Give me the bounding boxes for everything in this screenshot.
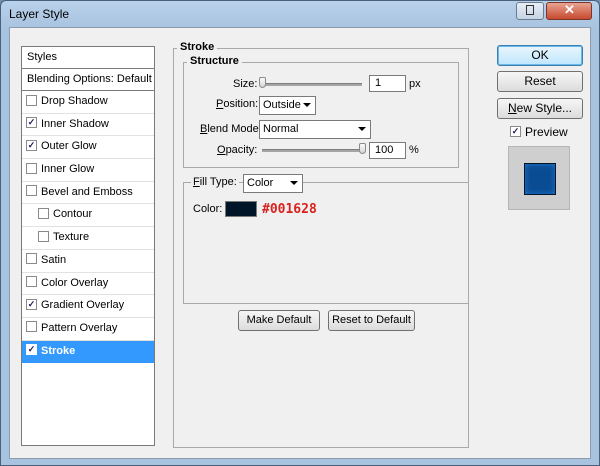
preview-label: Preview (525, 125, 568, 139)
opacity-slider-thumb[interactable] (359, 143, 366, 154)
checkbox-icon[interactable] (26, 185, 37, 197)
close-button[interactable]: ✕ (546, 2, 592, 20)
stroke-color-hex: #001628 (262, 202, 317, 217)
ok-button[interactable]: OK (497, 45, 583, 66)
style-item-label: Bevel and Emboss (41, 185, 133, 198)
fill-type-label: Fill Type: (191, 176, 239, 188)
position-label: Position: (216, 98, 259, 110)
stroke-group-title: Stroke (177, 41, 218, 53)
stroke-color-swatch[interactable] (225, 201, 257, 217)
preview-swatch (524, 163, 556, 195)
style-item-label: Inner Glow (41, 163, 95, 176)
size-label: Size: (233, 78, 258, 90)
size-slider-thumb[interactable] (259, 77, 266, 88)
size-input[interactable]: 1 (369, 75, 406, 92)
opacity-label: Opacity: (217, 144, 258, 156)
close-icon: ✕ (564, 2, 575, 17)
style-item-label: Color Overlay (41, 276, 109, 289)
style-item-label: Stroke (41, 344, 76, 357)
style-item[interactable]: Contour (22, 204, 154, 228)
dialog-body: Styles Blending Options: Default Drop Sh… (9, 27, 591, 459)
reset-to-default-button[interactable]: Reset to Default (328, 310, 415, 331)
blending-options-item[interactable]: Blending Options: Default (22, 69, 154, 91)
opacity-input[interactable]: 100 (369, 142, 406, 159)
style-item[interactable]: Color Overlay (22, 273, 154, 296)
help-button[interactable] (516, 2, 544, 20)
style-item[interactable]: Inner Glow (22, 159, 154, 182)
style-item-label: Contour (53, 208, 93, 221)
size-unit: px (409, 78, 421, 90)
style-item[interactable]: ✓ Gradient Overlay (22, 295, 154, 318)
style-item-label: Gradient Overlay (41, 299, 125, 312)
checkbox-icon[interactable] (26, 253, 37, 265)
reset-button[interactable]: Reset (497, 71, 583, 92)
style-item[interactable]: Drop Shadow (22, 91, 154, 114)
styles-header[interactable]: Styles (22, 47, 154, 69)
style-item[interactable]: Satin (22, 250, 154, 273)
style-item[interactable]: Bevel and Emboss (22, 182, 154, 205)
checkbox-icon[interactable]: ✓ (26, 298, 37, 310)
preview-checkbox[interactable]: ✓ Preview (510, 125, 568, 139)
chevron-down-icon (358, 127, 366, 131)
style-item[interactable]: ✓ Inner Shadow (22, 114, 154, 137)
help-icon (526, 5, 534, 15)
blend-mode-select-value: Normal (263, 123, 299, 135)
checkbox-icon[interactable] (26, 162, 37, 174)
checkbox-icon[interactable] (26, 94, 37, 106)
chevron-down-icon (290, 181, 298, 185)
position-select[interactable]: Outside (259, 96, 316, 115)
style-item-label: Texture (53, 231, 90, 244)
style-item[interactable]: ✓ Stroke (22, 340, 154, 364)
position-select-value: Outside (263, 99, 301, 111)
make-default-button[interactable]: Make Default (238, 310, 320, 331)
title-bar[interactable]: Layer Style ✕ (1, 1, 599, 27)
style-item-label: Satin (41, 253, 67, 266)
checkbox-icon[interactable] (26, 321, 37, 333)
checkbox-icon[interactable]: ✓ (26, 139, 37, 151)
checkbox-icon[interactable]: ✓ (510, 126, 521, 138)
color-label: Color: (193, 203, 223, 215)
chevron-down-icon (303, 103, 311, 107)
checkbox-icon[interactable] (38, 230, 49, 242)
style-item-label: Outer Glow (41, 140, 97, 153)
blend-mode-select[interactable]: Normal (259, 120, 371, 139)
style-item-label: Inner Shadow (41, 117, 109, 130)
style-item[interactable]: Texture (22, 227, 154, 250)
blend-mode-label: Blend Mode: (200, 123, 262, 135)
checkbox-icon[interactable]: ✓ (26, 117, 37, 129)
size-slider[interactable] (262, 83, 362, 86)
fill-type-select-value: Color (247, 177, 274, 189)
style-item[interactable]: ✓ Outer Glow (22, 136, 154, 160)
checkbox-icon[interactable] (38, 208, 49, 220)
opacity-unit: % (409, 144, 419, 156)
window-title: Layer Style (9, 7, 70, 21)
fill-type-select[interactable]: Color (243, 174, 303, 193)
opacity-slider[interactable] (262, 149, 362, 152)
structure-group-title: Structure (187, 55, 242, 67)
styles-list: Styles Blending Options: Default Drop Sh… (21, 46, 155, 446)
style-item-label: Pattern Overlay (41, 321, 118, 334)
preview-thumbnail (508, 146, 570, 210)
layer-style-window: Layer Style ✕ Styles Blending Options: D… (0, 0, 600, 466)
checkbox-icon[interactable]: ✓ (26, 344, 37, 356)
checkbox-icon[interactable] (26, 276, 37, 288)
style-item-label: Drop Shadow (41, 95, 108, 107)
style-item[interactable]: Pattern Overlay (22, 318, 154, 341)
new-style-button[interactable]: New Style... (497, 98, 583, 119)
